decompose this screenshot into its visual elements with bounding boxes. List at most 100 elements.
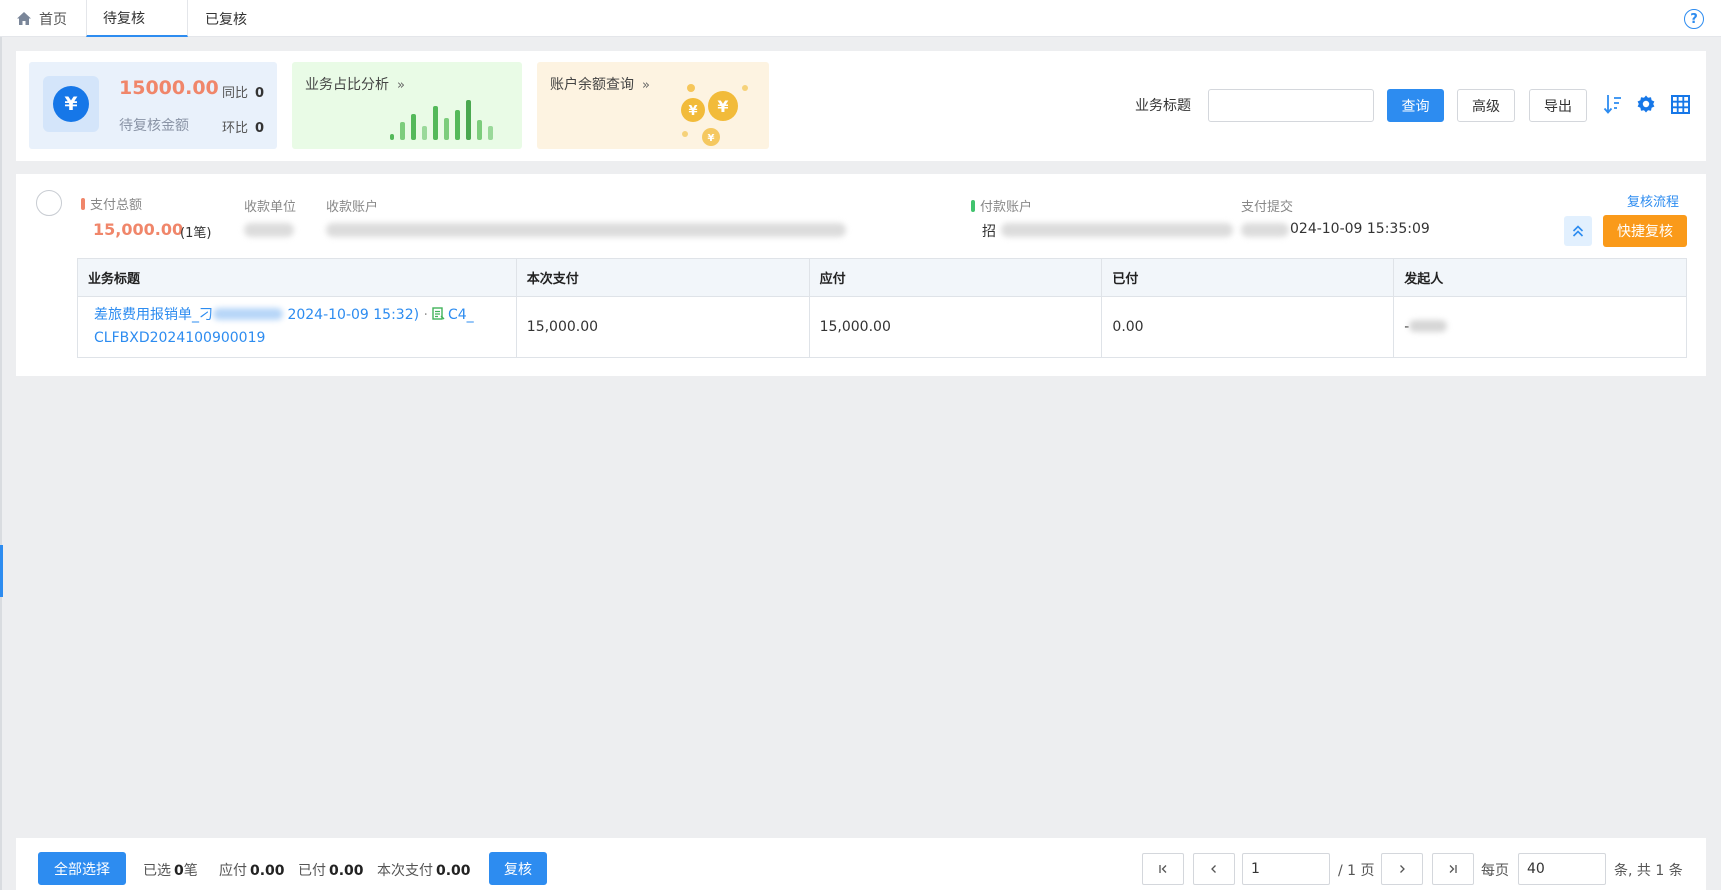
chevron-left-icon (1211, 865, 1216, 873)
payment-record-card: 支付总额 15,000.00 (1笔) 收款单位 收款账户 付款账户 招 支付提… (16, 174, 1706, 376)
mom-stat: 环比 0 (222, 117, 264, 136)
payer-account-prefix: 招 (982, 224, 996, 240)
biz-title-redacted (213, 308, 283, 320)
selected-label: 已选 (143, 863, 171, 879)
account-balance-label: 账户余额查询 (550, 77, 634, 93)
payee-unit-value-redacted (244, 223, 294, 237)
export-button[interactable]: 导出 (1529, 89, 1587, 122)
title-separator: · (423, 307, 428, 323)
svg-text:¥: ¥ (708, 133, 715, 144)
account-balance-title: 账户余额查询 » (550, 74, 650, 94)
sort-icon[interactable] (1602, 93, 1624, 115)
initiator-redacted (1409, 320, 1448, 332)
payer-account-label: 付款账户 (971, 196, 1032, 215)
pending-amount-card: ¥ 15000.00 待复核金额 同比 0 环比 0 (29, 62, 277, 149)
business-ratio-card[interactable]: 业务占比分析 » (292, 62, 522, 149)
summary-panel: ¥ 15000.00 待复核金额 同比 0 环比 0 业务占比分析 » 账户余额查询 »… (16, 51, 1706, 161)
yen-badge: ¥ (43, 76, 99, 132)
account-balance-card[interactable]: 账户余额查询 » ¥ ¥ ¥ (537, 62, 769, 149)
review-flow-link[interactable]: 复核流程 (1627, 191, 1679, 210)
cell-paid: 0.00 (1101, 296, 1395, 358)
col-header-biz-title: 业务标题 (77, 258, 517, 297)
prev-page-button[interactable] (1193, 853, 1235, 885)
advanced-search-button[interactable]: 高级 (1457, 89, 1515, 122)
next-page-button[interactable] (1381, 853, 1423, 885)
footer-bar: 全部选择 已选0笔 应付0.00 已付0.00 本次支付0.00 复核 / 1 … (16, 838, 1706, 890)
col-header-current-pay: 本次支付 (515, 258, 810, 297)
selected-count: 已选 0笔 (143, 860, 198, 880)
pay-count: (1笔) (180, 226, 212, 241)
first-page-icon (1159, 865, 1167, 873)
payer-account-label-text: 付款账户 (980, 200, 1033, 215)
pending-amount-value: 15000.00 (119, 77, 219, 99)
yoy-label: 同比 (222, 86, 249, 101)
biz-title-link[interactable]: 差旅费用报销单_刁 2024-10-09 15:32) · C4_ CLFBXD2… (88, 304, 516, 350)
payee-account-value-redacted (326, 223, 846, 237)
double-chevron-up-icon (1572, 225, 1584, 237)
paid-total-value: 0.00 (329, 863, 364, 879)
col-header-payable: 应付 (808, 258, 1103, 297)
search-title-label: 业务标题 (1135, 98, 1191, 114)
first-page-button[interactable] (1142, 853, 1184, 885)
payable-total-label: 应付 (219, 863, 247, 879)
tag-marker (81, 198, 85, 210)
tab-reviewed-label: 已复核 (205, 11, 247, 28)
mom-label: 环比 (222, 121, 249, 136)
grid-layout-icon[interactable] (1669, 93, 1691, 115)
payee-unit-label: 收款单位 (244, 200, 297, 215)
svg-text:¥: ¥ (717, 97, 728, 116)
payable-total-value: 0.00 (250, 863, 285, 879)
table-header-row: 业务标题 本次支付 应付 已付 发起人 (77, 258, 1687, 297)
selected-unit: 笔 (183, 863, 198, 879)
search-title-input[interactable] (1208, 89, 1374, 122)
col-header-paid: 已付 (1101, 258, 1395, 297)
review-button[interactable]: 复核 (489, 852, 547, 885)
select-all-button[interactable]: 全部选择 (38, 852, 126, 885)
last-page-icon (1449, 865, 1457, 873)
cell-current-pay: 15,000.00 (515, 296, 810, 358)
coins-icon: ¥ ¥ ¥ (681, 84, 748, 146)
per-page-label: 每页 (1481, 863, 1509, 879)
biz-title-part2: 2024-10-09 15:32) (287, 307, 420, 323)
tab-home-label: 首页 (39, 11, 67, 28)
yen-icon: ¥ (53, 86, 89, 122)
doc-code: CLFBXD2024100900019 (94, 330, 266, 346)
left-edge (0, 0, 2, 890)
doc-code-prefix: C4_ (447, 307, 474, 323)
quick-review-button[interactable]: 快捷复核 (1603, 215, 1687, 247)
help-icon[interactable]: ? (1684, 9, 1704, 29)
business-ratio-label: 业务占比分析 (305, 77, 389, 93)
mom-value: 0 (255, 121, 265, 136)
payable-total: 应付 0.00 (219, 860, 285, 880)
last-page-button[interactable] (1432, 853, 1474, 885)
current-pay-total: 本次支付 0.00 (377, 860, 471, 880)
cell-biz-title: 差旅费用报销单_刁 2024-10-09 15:32) · C4_ CLFBXD2… (77, 296, 517, 358)
business-ratio-title: 业务占比分析 » (305, 74, 405, 94)
home-icon (17, 12, 31, 25)
cell-payable: 15,000.00 (808, 296, 1103, 358)
payer-account-value-redacted (1001, 223, 1233, 237)
record-select-radio[interactable] (36, 190, 62, 216)
biz-title-part1: 差旅费用报销单_刁 (94, 307, 213, 323)
tab-home[interactable]: 首页 (16, 0, 67, 37)
collapse-button[interactable] (1564, 216, 1592, 246)
submitter-redacted (1241, 223, 1289, 237)
pending-amount-label: 待复核金额 (119, 118, 189, 134)
sidebar-collapse-handle[interactable] (0, 545, 3, 597)
paid-total: 已付 0.00 (298, 860, 364, 880)
payee-account-label: 收款账户 (326, 200, 379, 215)
gear-icon[interactable] (1635, 93, 1657, 115)
tab-reviewed[interactable]: 已复核 (205, 0, 247, 37)
tab-pending-review[interactable]: 待复核 (86, 0, 188, 37)
page-number-input[interactable] (1242, 853, 1330, 885)
query-button[interactable]: 查询 (1387, 89, 1444, 122)
svg-text:¥: ¥ (688, 104, 697, 119)
submit-label: 支付提交 (1241, 200, 1294, 215)
submit-time: 024-10-09 15:35:09 (1290, 221, 1430, 237)
page-total: / 1 页 (1338, 863, 1375, 879)
per-page-input[interactable] (1518, 853, 1606, 885)
tab-bar: 首页 待复核 已复核 ? (0, 0, 1721, 37)
current-pay-total-label: 本次支付 (377, 863, 433, 879)
total-records: 条, 共 1 条 (1614, 863, 1683, 879)
paid-total-label: 已付 (298, 863, 326, 879)
